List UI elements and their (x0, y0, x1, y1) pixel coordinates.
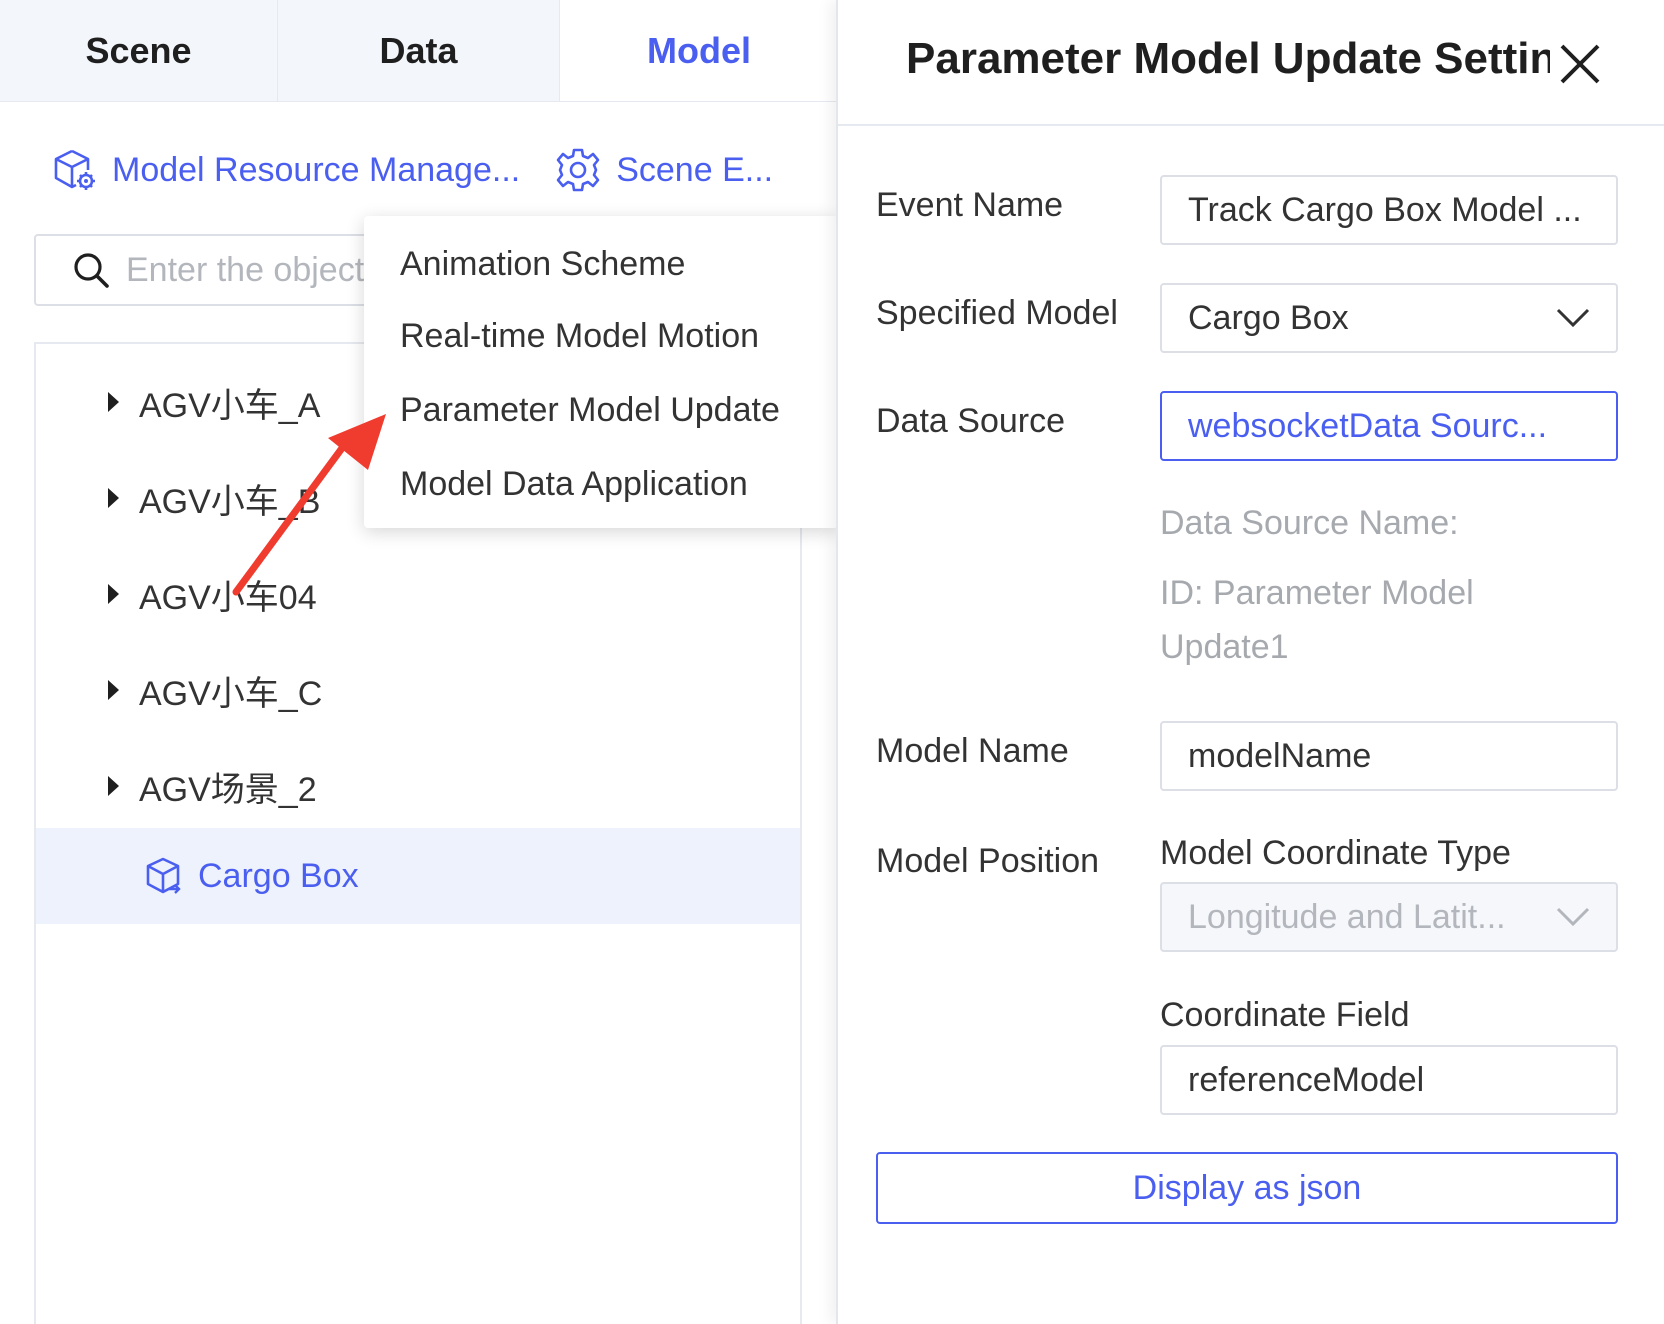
tree-item[interactable]: AGV小车_C (36, 642, 800, 738)
data-source-label: Data Source (876, 402, 1065, 440)
model-coordinate-type-select: Longitude and Latit... (1160, 882, 1618, 952)
model-coordinate-type-value: Longitude and Latit... (1188, 897, 1506, 936)
specified-model-label: Specified Model (876, 294, 1118, 332)
model-name-label: Model Name (876, 732, 1069, 770)
data-source-field[interactable]: websocketData Sourc... (1160, 391, 1618, 461)
data-source-id-hint: ID: Parameter Model Update1 (1160, 574, 1474, 666)
close-button[interactable] (1550, 34, 1610, 94)
tree-item[interactable]: AGV小车04 (36, 546, 800, 642)
event-name-input[interactable]: Track Cargo Box Model ... (1160, 175, 1618, 245)
tab-model[interactable]: Model (560, 0, 838, 101)
drawer-title: Parameter Model Update Settings (906, 34, 1586, 83)
specified-model-value: Cargo Box (1188, 298, 1349, 337)
caret-right-icon[interactable] (108, 680, 119, 700)
cube-gear-icon (54, 149, 95, 190)
menu-item-realtime-model-motion[interactable]: Real-time Model Motion (364, 300, 838, 372)
model-name-value: modelName (1188, 736, 1372, 775)
caret-right-icon[interactable] (108, 392, 119, 412)
drawer-header: Parameter Model Update Settings (838, 0, 1664, 126)
coordinate-field-value: referenceModel (1188, 1060, 1425, 1099)
tree-item-label: Cargo Box (198, 856, 359, 895)
tree-item-selected[interactable]: Cargo Box (36, 828, 800, 924)
search-icon (74, 253, 109, 288)
tree-item-label: AGV小车_A (139, 386, 321, 425)
left-panel: Scene Data Model Model Resource Manage..… (0, 0, 838, 1324)
model-resource-manage-button[interactable]: Model Resource Manage... (50, 146, 520, 194)
tree-item-label: AGV小车_C (139, 674, 323, 713)
display-as-json-button[interactable]: Display as json (876, 1152, 1618, 1224)
settings-drawer: Parameter Model Update Settings Event Na… (836, 0, 1664, 1324)
model-action-menu: Animation Scheme Real-time Model Motion … (364, 216, 838, 528)
specified-model-select[interactable]: Cargo Box (1160, 283, 1618, 353)
model-toolbar: Model Resource Manage... Scene E... (50, 146, 773, 194)
event-name-value: Track Cargo Box Model ... (1188, 190, 1582, 229)
chevron-down-icon (1556, 907, 1590, 927)
cube-icon (146, 857, 181, 894)
model-name-input[interactable]: modelName (1160, 721, 1618, 791)
menu-item-parameter-model-update[interactable]: Parameter Model Update (364, 372, 838, 448)
caret-right-icon[interactable] (108, 488, 119, 508)
menu-item-model-data-application[interactable]: Model Data Application (364, 448, 838, 520)
tab-data[interactable]: Data (278, 0, 560, 101)
tab-scene[interactable]: Scene (0, 0, 278, 101)
tree-item-label: AGV小车04 (139, 578, 317, 617)
app-root: Scene Data Model Model Resource Manage..… (0, 0, 1664, 1324)
tree-item-label: AGV小车_B (139, 482, 321, 521)
model-resource-manage-label: Model Resource Manage... (112, 150, 521, 189)
menu-item-animation-scheme[interactable]: Animation Scheme (364, 228, 838, 300)
caret-right-icon[interactable] (108, 584, 119, 604)
data-source-name-hint: Data Source Name: (1160, 504, 1459, 542)
data-source-value: websocketData Sourc... (1188, 406, 1548, 445)
gear-icon (556, 148, 600, 192)
scene-edit-label: Scene E... (616, 150, 774, 189)
tree-item-label: AGV场景_2 (139, 770, 317, 809)
chevron-down-icon (1556, 308, 1590, 328)
tree-item[interactable]: AGV场景_2 (36, 738, 800, 834)
caret-right-icon[interactable] (108, 776, 119, 796)
coordinate-field-input[interactable]: referenceModel (1160, 1045, 1618, 1115)
event-name-label: Event Name (876, 186, 1064, 224)
model-position-label: Model Position (876, 842, 1100, 880)
coordinate-field-label: Coordinate Field (1160, 996, 1410, 1034)
close-icon (1560, 44, 1600, 84)
model-coordinate-type-label: Model Coordinate Type (1160, 834, 1511, 872)
scene-edit-button[interactable]: Scene E... (554, 146, 773, 194)
tab-bar: Scene Data Model (0, 0, 838, 102)
